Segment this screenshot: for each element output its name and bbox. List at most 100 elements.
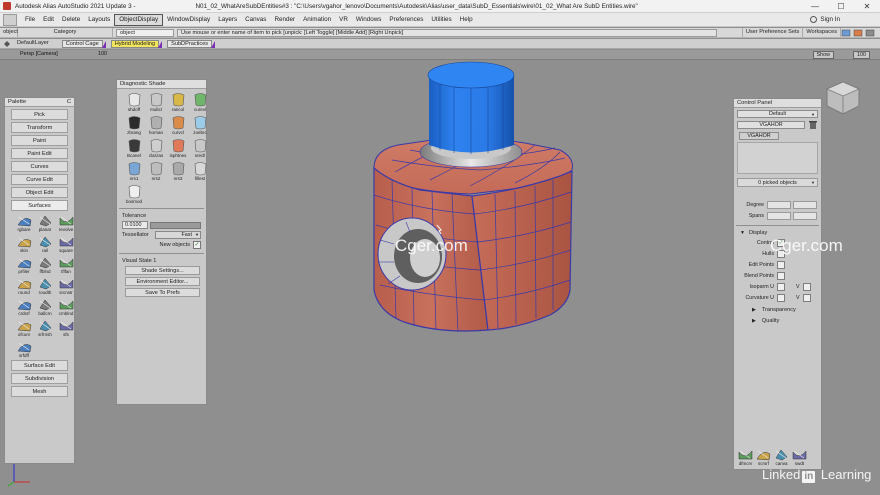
surface-tool-prfiler[interactable]: prfiler (15, 256, 33, 274)
picked-objects-dropdown[interactable]: 0 picked objects (737, 178, 818, 187)
menu-preferences[interactable]: Preferences (385, 14, 427, 26)
surface-tool-crdsrf[interactable]: crdsrf (15, 298, 33, 316)
hybrid-modeling-layer[interactable]: Hybrid Modeling (110, 39, 163, 48)
curvature-u-checkbox[interactable] (777, 294, 785, 302)
workspace-icons[interactable] (841, 29, 877, 37)
edit-points-checkbox[interactable] (777, 261, 785, 269)
shelf-icon[interactable] (3, 13, 17, 26)
tolerance-slider[interactable] (150, 221, 201, 229)
tool-scrsrf[interactable]: scrsrf (756, 448, 771, 466)
surface-tool-srfrnsh[interactable]: srfrnsh (36, 319, 54, 337)
menu-render[interactable]: Render (270, 14, 299, 26)
view-cube-icon[interactable] (823, 80, 863, 116)
show-button[interactable]: Show (812, 51, 834, 59)
shader-isphtnes[interactable]: isphtnes (169, 138, 187, 158)
degree-field[interactable] (767, 201, 791, 209)
palette-object-edit-button[interactable]: Object Edit (11, 187, 68, 198)
surface-tool-square[interactable]: square (57, 235, 75, 253)
curvature-u-v-checkbox[interactable] (802, 294, 811, 302)
menu-windowdisplay[interactable]: WindowDisplay (163, 14, 214, 26)
palette-surface-edit-button[interactable]: Surface Edit (11, 360, 68, 371)
tool-dfmcrv[interactable]: dfmcrv (738, 448, 753, 466)
surface-tool-srcnstr[interactable]: srcnstr (57, 277, 75, 295)
tool-canva[interactable]: canva (774, 448, 789, 466)
subd-practices-layer[interactable]: SubDPractices (167, 39, 216, 48)
menu-utilities[interactable]: Utilities (427, 14, 455, 26)
surface-tool-revolve[interactable]: revolve (57, 214, 75, 232)
shader-bosmod[interactable]: bosmod (125, 184, 143, 204)
shade-settings-button[interactable]: Shade Settings... (125, 266, 200, 275)
degree-field-v[interactable] (793, 201, 817, 209)
menu-canvas[interactable]: Canvas (241, 14, 270, 26)
shader-zoebrc[interactable]: zoebrc (191, 115, 209, 135)
palette-pick-button[interactable]: Pick (11, 109, 68, 120)
control-cage-layer[interactable]: Control Cage (61, 39, 106, 48)
shader-hornan[interactable]: hornan (147, 115, 165, 135)
isoparm-u-v-checkbox[interactable] (802, 283, 811, 291)
menu-layouts[interactable]: Layouts (84, 14, 114, 26)
view-name[interactable]: Persp [Camera] (20, 51, 58, 57)
menu-delete[interactable]: Delete (58, 14, 84, 26)
shader-nrs2[interactable]: nrs2 (147, 161, 165, 181)
surface-tool-roudth[interactable]: roudth (36, 277, 54, 295)
minimize-button[interactable]: — (802, 0, 828, 13)
environment-editor-button[interactable]: Environment Editor... (125, 277, 200, 286)
shader-nrs1[interactable]: nrs1 (125, 161, 143, 181)
preset-dropdown[interactable]: Default (737, 110, 818, 118)
menu-windows[interactable]: Windows (352, 14, 386, 26)
tessellator-select[interactable]: Fast (154, 231, 201, 239)
menu-layers[interactable]: Layers (214, 14, 241, 26)
name-field[interactable]: VGAHOR (737, 121, 805, 129)
spans-field[interactable] (767, 212, 791, 220)
shader-srecll[interactable]: srecll (191, 138, 209, 158)
shader-clarzas[interactable]: clarzas (147, 138, 165, 158)
menu-file[interactable]: File (21, 14, 39, 26)
spans-field-v[interactable] (793, 212, 817, 220)
save-to-prefs-button[interactable]: Save To Prefs (125, 288, 200, 297)
shader-multcl[interactable]: multcl (147, 92, 165, 112)
user-preference-sets[interactable]: User Preference Sets (741, 28, 804, 37)
surface-tool-planar[interactable]: planar (36, 214, 54, 232)
palette-surfaces-button[interactable]: Surfaces (11, 200, 68, 211)
surface-tool-ballcrn[interactable]: ballcrn (36, 298, 54, 316)
menu-vr[interactable]: VR (335, 14, 352, 26)
scale-button[interactable]: 100 (853, 51, 870, 59)
layer-visibility-icon[interactable] (3, 40, 11, 48)
sign-in[interactable]: Sign In (810, 16, 840, 23)
blend-points-checkbox[interactable] (777, 272, 785, 280)
tab-vgahor[interactable]: VGAHOR (739, 132, 779, 140)
shader-curevl[interactable]: curevl (191, 92, 209, 112)
tool-swdt[interactable]: swdt (792, 448, 807, 466)
shader-fillest[interactable]: fillest (191, 161, 209, 181)
new-objects-checkbox[interactable]: ✓ (193, 241, 201, 249)
default-layer[interactable]: DefaultLayer (14, 40, 52, 48)
palette-curve-edit-button[interactable]: Curve Edit (11, 174, 68, 185)
palette-paint-edit-button[interactable]: Paint Edit (11, 148, 68, 159)
surface-tool-tflfan[interactable]: tflfan (57, 256, 75, 274)
surface-tool-ofcurv[interactable]: ofcurv (15, 319, 33, 337)
workspaces-button[interactable]: Workspaces (803, 28, 841, 37)
maximize-button[interactable]: ☐ (828, 0, 854, 13)
palette-curves-button[interactable]: Curves (11, 161, 68, 172)
menu-objectdisplay[interactable]: ObjectDisplay (114, 13, 164, 26)
surface-tool-rgbare[interactable]: rgbare (15, 214, 33, 232)
trash-icon[interactable] (808, 120, 818, 130)
surface-tool-crnblnd[interactable]: crnblnd (57, 298, 75, 316)
isoparm-u-checkbox[interactable] (777, 283, 785, 291)
shader-bcanel[interactable]: Bcanel (125, 138, 143, 158)
close-button[interactable]: ✕ (854, 0, 880, 13)
shader-zbrang[interactable]: zbrang (125, 115, 143, 135)
surface-tool-skin[interactable]: skin (15, 235, 33, 253)
shader-curvcl[interactable]: curvcl (169, 115, 187, 135)
object-field[interactable]: object (116, 28, 174, 37)
shader-nrs3[interactable]: nrs3 (169, 161, 187, 181)
palette-subdivision-button[interactable]: Subdivision (11, 373, 68, 384)
category-dropdown[interactable]: Category (18, 28, 113, 37)
surface-tool-round[interactable]: round (15, 277, 33, 295)
surface-tool-sfs[interactable]: sfs (57, 319, 75, 337)
transparency-section[interactable]: ▶ Transparency (752, 307, 821, 313)
menu-edit[interactable]: Edit (39, 14, 58, 26)
shader-rancol[interactable]: rancol (169, 92, 187, 112)
palette-mesh-button[interactable]: Mesh (11, 386, 68, 397)
menu-animation[interactable]: Animation (299, 14, 335, 26)
